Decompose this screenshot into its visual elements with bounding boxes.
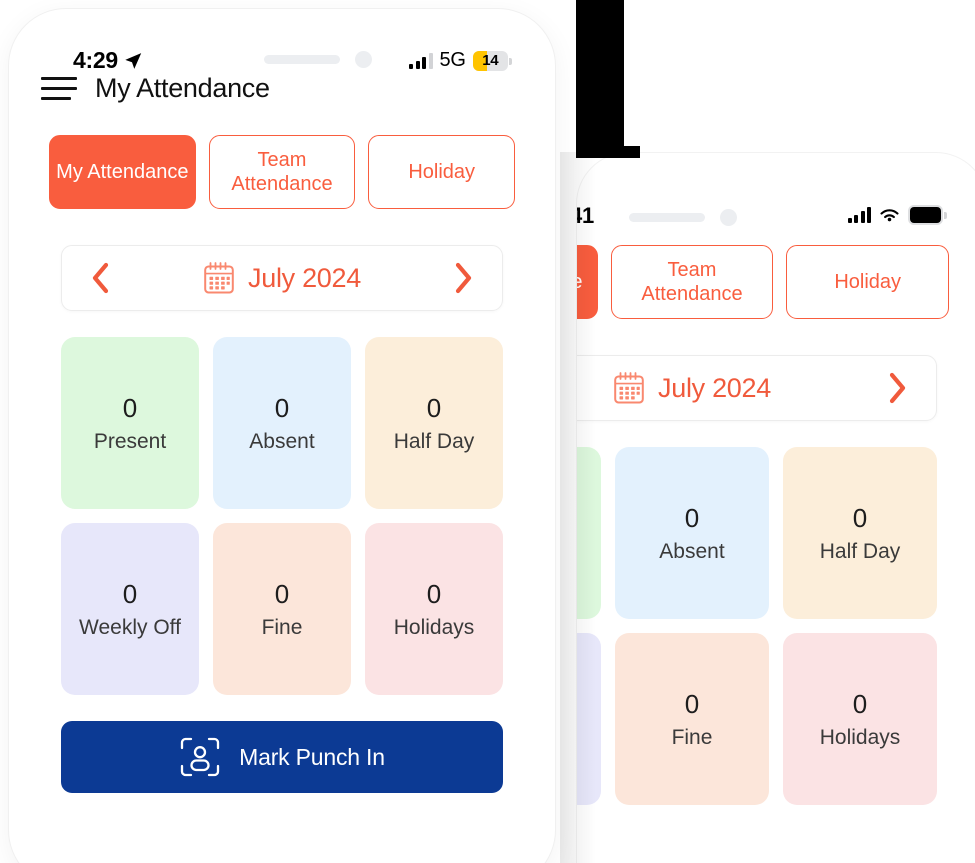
month-display[interactable]: July 2024 bbox=[613, 371, 771, 405]
secondary-phone-mockup: :41 My A bbox=[576, 152, 975, 863]
tab-team-attendance[interactable]: Team Attendance bbox=[610, 245, 774, 319]
hamburger-menu-icon[interactable] bbox=[41, 76, 77, 100]
stat-label: Absent bbox=[659, 539, 725, 563]
cellular-signal-icon bbox=[409, 52, 433, 69]
stat-value: 0 bbox=[426, 392, 442, 423]
island-pill bbox=[264, 55, 340, 64]
month-label: July 2024 bbox=[658, 372, 771, 403]
stat-card-absent[interactable]: 0 Absent bbox=[615, 447, 769, 619]
stat-value: 0 bbox=[852, 688, 868, 719]
stat-label: Half Day bbox=[393, 429, 475, 453]
primary-phone-mockup: 4:29 5G 14 My Attendance My Attendance T… bbox=[8, 8, 556, 863]
stat-card-present[interactable]: 0 Present bbox=[577, 447, 601, 619]
stat-card-holidays[interactable]: 0 Holidays bbox=[783, 633, 937, 805]
tab-label: Holiday bbox=[834, 271, 902, 293]
page-title: My Attendance bbox=[95, 72, 270, 103]
stat-card-absent[interactable]: 0 Absent bbox=[213, 337, 351, 509]
attendance-tabs: My Attendance Team Attendance Holiday bbox=[9, 117, 555, 209]
battery-percent: 14 bbox=[482, 52, 499, 69]
month-display[interactable]: July 2024 bbox=[203, 261, 361, 295]
battery-full-icon bbox=[908, 205, 947, 225]
stat-value: 0 bbox=[274, 392, 290, 423]
stat-card-half-day[interactable]: 0 Half Day bbox=[365, 337, 503, 509]
stat-card-weekly-off[interactable]: 0 Weekly Off bbox=[577, 633, 601, 805]
network-type-label: 5G bbox=[439, 49, 466, 71]
tab-label: Team Attendance bbox=[231, 149, 333, 195]
status-indicators bbox=[847, 205, 947, 225]
cellular-signal-icon bbox=[847, 207, 871, 223]
stat-value: 0 bbox=[274, 578, 290, 609]
status-bar: 4:29 5G 14 bbox=[9, 9, 555, 73]
stat-value: 0 bbox=[684, 502, 700, 533]
face-scan-person-icon bbox=[181, 737, 220, 777]
secondary-phone-content: My Attendance Team Attendance Holiday bbox=[577, 227, 975, 805]
stat-label: Fine bbox=[671, 725, 713, 749]
status-time: :41 bbox=[577, 203, 594, 228]
stat-value: 0 bbox=[684, 688, 700, 719]
attendance-stats-grid: 0 Present 0 Absent 0 Half Day 0 Weekly O… bbox=[9, 311, 555, 695]
location-arrow-icon bbox=[125, 52, 142, 69]
chevron-right-icon[interactable] bbox=[452, 261, 476, 295]
stat-label: Weekly Off bbox=[79, 615, 181, 639]
stat-value: 0 bbox=[426, 578, 442, 609]
stat-label: Half Day bbox=[819, 539, 901, 563]
stat-card-weekly-off[interactable]: 0 Weekly Off bbox=[61, 523, 199, 695]
tab-team-attendance[interactable]: Team Attendance bbox=[208, 135, 356, 209]
mark-punch-in-button[interactable]: Mark Punch In bbox=[61, 721, 503, 793]
month-label: July 2024 bbox=[248, 262, 361, 293]
calendar-icon bbox=[204, 262, 234, 294]
status-time: 4:29 bbox=[73, 47, 118, 73]
status-indicators: 5G 14 bbox=[409, 49, 512, 72]
tab-label: Holiday bbox=[408, 161, 476, 183]
dark-slab-decoration bbox=[576, 0, 624, 156]
stat-card-fine[interactable]: 0 Fine bbox=[213, 523, 351, 695]
screenshot-stage: :41 My A bbox=[0, 0, 975, 863]
island-camera-dot bbox=[355, 51, 372, 68]
status-time-wrap: 4:29 bbox=[73, 47, 143, 74]
stat-label: Absent bbox=[249, 429, 315, 453]
chevron-left-icon[interactable] bbox=[88, 261, 112, 295]
stat-value: 0 bbox=[122, 578, 138, 609]
stat-label: Holidays bbox=[819, 725, 901, 749]
tab-label: My Attendance bbox=[56, 161, 189, 183]
stat-label: Present bbox=[93, 429, 167, 453]
stat-label: Holidays bbox=[393, 615, 475, 639]
tab-my-attendance[interactable]: My Attendance bbox=[49, 135, 196, 209]
dynamic-island bbox=[264, 51, 372, 68]
month-selector: July 2024 bbox=[61, 245, 503, 311]
calendar-icon bbox=[614, 372, 644, 404]
tab-holiday[interactable]: Holiday bbox=[368, 135, 516, 209]
dynamic-island bbox=[629, 209, 737, 226]
tab-label: My Attendance bbox=[577, 270, 582, 294]
stat-value: 0 bbox=[852, 502, 868, 533]
chevron-right-icon[interactable] bbox=[886, 371, 910, 405]
tab-my-attendance[interactable]: My Attendance bbox=[577, 245, 598, 319]
stat-label: Fine bbox=[261, 615, 303, 639]
tab-label: Team Attendance bbox=[641, 259, 743, 305]
attendance-tabs: My Attendance Team Attendance Holiday bbox=[577, 227, 975, 319]
month-selector: July 2024 bbox=[577, 355, 937, 421]
island-camera-dot bbox=[720, 209, 737, 226]
wifi-icon bbox=[880, 208, 899, 221]
stat-value: 0 bbox=[122, 392, 138, 423]
stat-card-fine[interactable]: 0 Fine bbox=[615, 633, 769, 805]
stat-card-holidays[interactable]: 0 Holidays bbox=[365, 523, 503, 695]
dark-slab-foot-decoration bbox=[576, 146, 640, 158]
attendance-stats-grid: 0 Present 0 Absent 0 Half Day 0 Weekly O… bbox=[577, 421, 975, 805]
punch-button-label: Mark Punch In bbox=[239, 743, 385, 770]
island-pill bbox=[629, 213, 705, 222]
tab-holiday[interactable]: Holiday bbox=[786, 245, 950, 319]
stat-card-half-day[interactable]: 0 Half Day bbox=[783, 447, 937, 619]
battery-low-power-icon: 14 bbox=[472, 50, 512, 71]
stat-card-present[interactable]: 0 Present bbox=[61, 337, 199, 509]
status-bar: :41 bbox=[577, 153, 975, 228]
